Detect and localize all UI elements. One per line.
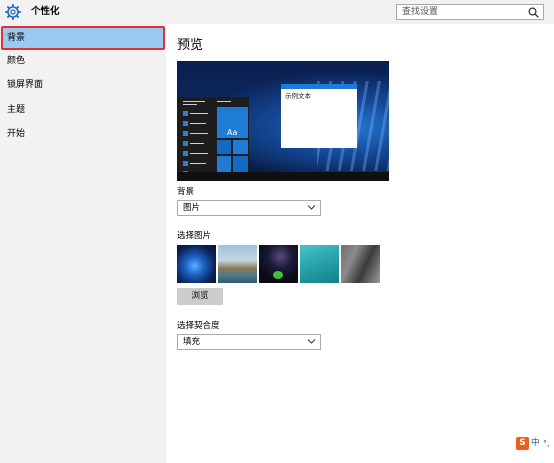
- picture-thumbnails: [177, 245, 382, 283]
- picture-thumbnail[interactable]: [341, 245, 380, 283]
- window-title: 个性化: [31, 6, 60, 17]
- menu-app-icon: [183, 111, 188, 116]
- sidebar-item-themes[interactable]: 主题: [0, 99, 166, 123]
- browse-button-label: 浏览: [191, 291, 209, 301]
- search-placeholder: 查找设置: [402, 7, 439, 17]
- menu-line: [217, 101, 231, 102]
- ime-indicator[interactable]: S 中 °,: [516, 437, 552, 451]
- picture-thumbnail[interactable]: [218, 245, 257, 283]
- tile-label: Aa: [227, 128, 238, 137]
- ime-logo-icon: S: [516, 437, 529, 450]
- menu-line: [190, 123, 206, 124]
- menu-line: [183, 101, 205, 102]
- browse-button[interactable]: 浏览: [177, 288, 223, 305]
- main-panel: 预览 Aa 示例文本 背景 图片 选择图片 浏览 选择契合度 填充: [166, 24, 554, 463]
- fit-select-value: 填充: [183, 337, 201, 347]
- choose-picture-label: 选择图片: [177, 231, 212, 241]
- live-tile: [217, 140, 231, 154]
- picture-thumbnail[interactable]: [177, 245, 216, 283]
- background-label: 背景: [177, 187, 195, 197]
- desktop-preview: Aa 示例文本: [177, 61, 389, 181]
- sidebar-item-label: 开始: [7, 129, 26, 139]
- sidebar-item-label: 背景: [7, 33, 26, 43]
- sidebar-item-label: 锁屏界面: [7, 80, 44, 90]
- menu-line: [190, 143, 204, 144]
- live-tile: [217, 156, 231, 172]
- sidebar-item-label: 主题: [7, 105, 26, 115]
- sidebar-item-background[interactable]: 背景: [1, 26, 165, 50]
- chevron-down-icon: [307, 339, 316, 344]
- live-tile: [233, 140, 248, 154]
- title-bar: 个性化 查找设置: [0, 0, 554, 24]
- menu-app-icon: [183, 151, 188, 156]
- chevron-down-icon: [307, 205, 316, 210]
- ime-mode: 中: [531, 438, 540, 448]
- menu-line: [183, 104, 197, 105]
- sidebar: 背景 颜色 锁屏界面 主题 开始: [0, 24, 166, 463]
- fit-select[interactable]: 填充: [177, 334, 321, 350]
- menu-app-icon: [183, 141, 188, 146]
- background-select[interactable]: 图片: [177, 200, 321, 216]
- search-input[interactable]: 查找设置: [396, 4, 544, 20]
- background-select-value: 图片: [183, 203, 201, 213]
- menu-app-icon: [183, 131, 188, 136]
- picture-thumbnail[interactable]: [259, 245, 298, 283]
- menu-app-icon: [183, 121, 188, 126]
- gear-icon: [5, 4, 21, 20]
- search-icon[interactable]: [528, 7, 539, 18]
- picture-thumbnail[interactable]: [300, 245, 339, 283]
- sample-text: 示例文本: [285, 92, 311, 100]
- start-menu-preview: Aa: [177, 97, 249, 181]
- live-tile: Aa: [217, 107, 248, 138]
- menu-line: [190, 113, 208, 114]
- preview-heading: 预览: [177, 38, 204, 53]
- sidebar-item-colors[interactable]: 颜色: [0, 50, 166, 74]
- sidebar-item-start[interactable]: 开始: [0, 123, 166, 147]
- sidebar-item-lock-screen[interactable]: 锁屏界面: [0, 74, 166, 98]
- fit-label: 选择契合度: [177, 321, 220, 331]
- sample-window: 示例文本: [281, 84, 357, 148]
- menu-line: [190, 153, 208, 154]
- sidebar-item-label: 颜色: [7, 56, 26, 66]
- menu-app-icon: [183, 161, 188, 166]
- menu-line: [190, 163, 206, 164]
- taskbar-preview: [177, 172, 389, 181]
- live-tile: [233, 156, 248, 172]
- tent-glow: [273, 271, 283, 279]
- menu-line: [190, 133, 208, 134]
- ime-punctuation: °,: [543, 439, 550, 448]
